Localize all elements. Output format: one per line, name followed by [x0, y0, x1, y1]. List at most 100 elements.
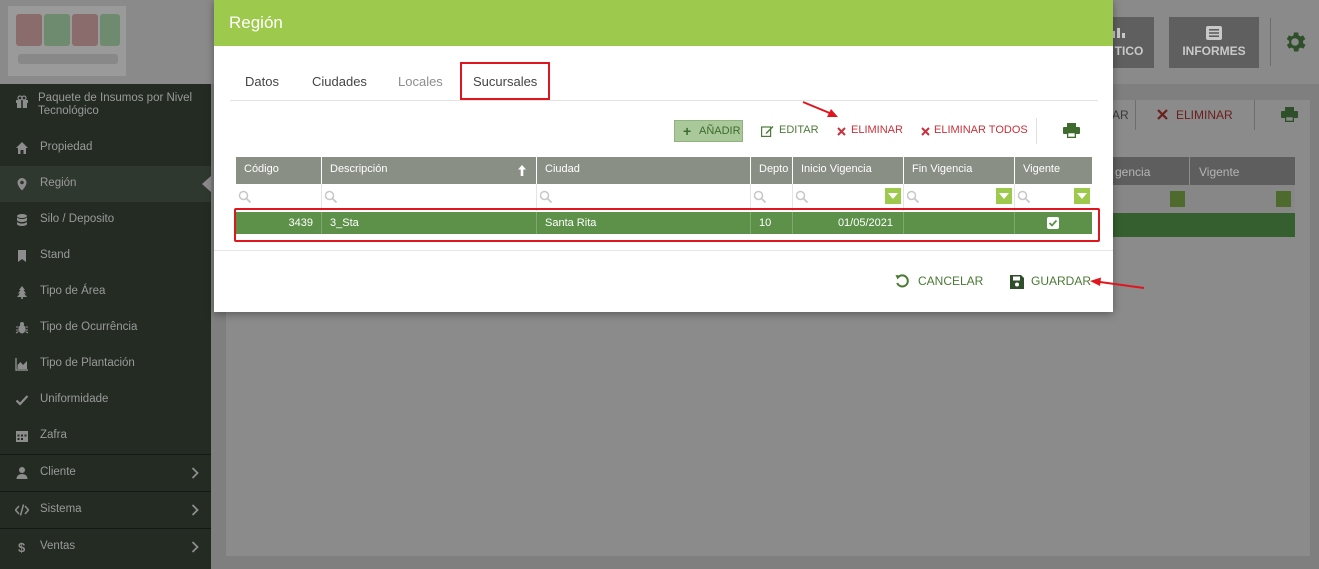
sidebar-item-label: Tipo de Plantación: [40, 357, 135, 369]
database-icon: [17, 214, 27, 226]
edit-button[interactable]: EDITAR: [779, 124, 819, 136]
search-icon: [238, 190, 252, 204]
filter-descripcion[interactable]: [322, 184, 537, 211]
column-header-label: Inicio Vigencia: [801, 163, 872, 175]
add-button-label: AÑADIR: [699, 125, 741, 137]
sidebar-group-ventas[interactable]: $ Ventas: [0, 528, 211, 565]
delete-all-button[interactable]: ELIMINAR TODOS: [934, 124, 1028, 136]
svg-text:$: $: [18, 540, 26, 554]
filter-dropdown-button[interactable]: [885, 188, 901, 204]
undo-icon: [895, 274, 909, 288]
bg-column-header: Vigente: [1190, 157, 1295, 185]
gift-icon: [16, 95, 28, 108]
add-button[interactable]: + AÑADIR: [674, 120, 743, 142]
sidebar-item-silo-deposito[interactable]: Silo / Deposito: [0, 202, 211, 238]
column-header-label: Código: [244, 163, 279, 175]
sidebar-item-tipo-ocurrencia[interactable]: Tipo de Ocurrência: [0, 310, 211, 346]
save-button[interactable]: GUARDAR: [1031, 274, 1091, 288]
company-logo: [8, 6, 126, 76]
area-chart-icon: [15, 358, 28, 371]
sidebar-item-label: Stand: [40, 249, 71, 261]
column-header-vigente[interactable]: Vigente: [1015, 157, 1092, 184]
informes-button[interactable]: INFORMES: [1169, 17, 1259, 68]
gear-icon[interactable]: [1282, 29, 1308, 55]
chevron-down-icon: [1077, 193, 1087, 199]
filter-vigente[interactable]: [1015, 184, 1092, 211]
top-divider: [1270, 18, 1271, 66]
modal-footer-divider: [214, 250, 1113, 251]
filter-inicio-vigencia[interactable]: [793, 184, 904, 211]
annotation-arrow-save: [1090, 277, 1145, 289]
search-icon: [1017, 190, 1031, 204]
sidebar-group-sistema[interactable]: Sistema: [0, 491, 211, 528]
chart-icon: [1112, 28, 1125, 38]
column-header-ciudad[interactable]: Ciudad: [537, 157, 750, 184]
close-icon: [1157, 109, 1168, 120]
toolbar-divider: [1036, 118, 1037, 144]
bg-column-label: gencia: [1115, 165, 1151, 179]
bg-edit-button[interactable]: AR: [1112, 108, 1129, 122]
edit-icon: [761, 126, 774, 137]
filter-dropdown-button[interactable]: [996, 188, 1012, 204]
sidebar-item-region[interactable]: Región: [0, 166, 211, 202]
bg-column-header: gencia: [1113, 157, 1189, 185]
cancel-button[interactable]: CANCELAR: [918, 274, 983, 288]
tab-datos[interactable]: Datos: [245, 74, 279, 89]
sidebar-item-zafra[interactable]: Zafra: [0, 418, 211, 454]
sidebar-item-stand[interactable]: Stand: [0, 238, 211, 274]
column-header-inicio-vigencia[interactable]: Inicio Vigencia: [793, 157, 903, 184]
save-icon: [1010, 275, 1024, 289]
user-icon: [16, 467, 28, 479]
home-icon: [16, 142, 28, 154]
informes-button-label: INFORMES: [1182, 44, 1246, 58]
column-header-depto[interactable]: Depto: [751, 157, 792, 184]
tab-locales[interactable]: Locales: [398, 74, 443, 89]
column-header-descripcion[interactable]: Descripción: [322, 157, 536, 184]
column-header-fin-vigencia[interactable]: Fin Vigencia: [904, 157, 1014, 184]
sidebar-item-propiedad[interactable]: Propiedad: [0, 130, 211, 166]
sidebar-item-label: Paquete de Insumos por Nivel Tecnológico: [38, 92, 193, 117]
sidebar-group-cliente[interactable]: Cliente: [0, 454, 211, 491]
close-icon: [921, 127, 930, 136]
tree-icon: [17, 286, 27, 299]
sort-ascending-icon: [518, 165, 526, 176]
highlight-box-tab: [460, 62, 550, 100]
bg-filter-dropdown[interactable]: [1170, 191, 1185, 207]
filter-fin-vigencia[interactable]: [904, 184, 1015, 211]
bg-filter-dropdown[interactable]: [1276, 191, 1291, 207]
print-icon[interactable]: [1063, 123, 1080, 138]
bg-column-label: Vigente: [1199, 165, 1240, 179]
column-header-label: Fin Vigencia: [912, 163, 973, 175]
sidebar-item-tipo-plantacion[interactable]: Tipo de Plantación: [0, 346, 211, 382]
sidebar-item-label: Sistema: [40, 503, 82, 515]
sidebar-item-label: Tipo de Ocurrência: [40, 321, 138, 333]
filter-codigo[interactable]: [236, 184, 322, 211]
filter-depto[interactable]: [751, 184, 793, 211]
chevron-right-icon: [191, 467, 199, 479]
bg-delete-button[interactable]: ELIMINAR: [1176, 108, 1233, 122]
chevron-right-icon: [191, 541, 199, 553]
column-header-codigo[interactable]: Código: [236, 157, 321, 184]
code-icon: [15, 504, 29, 516]
list-icon: [1206, 26, 1222, 40]
modal-header: Región: [214, 0, 1113, 46]
sidebar-item-paquete-insumos[interactable]: Paquete de Insumos por Nivel Tecnológico: [0, 84, 211, 120]
sidebar-item-label: Propiedad: [40, 141, 93, 153]
column-header-label: Descripción: [330, 163, 388, 175]
highlight-box-row: [234, 208, 1100, 242]
annotation-arrow-delete: [802, 101, 838, 117]
sidebar-item-uniformidade[interactable]: Uniformidade: [0, 382, 211, 418]
bookmark-icon: [18, 250, 26, 262]
sidebar-item-label: Región: [40, 177, 77, 189]
delete-button[interactable]: ELIMINAR: [851, 124, 903, 136]
sidebar-item-label: Uniformidade: [40, 393, 109, 405]
print-icon[interactable]: [1281, 107, 1298, 122]
modal-title: Región: [229, 13, 283, 32]
filter-ciudad[interactable]: [537, 184, 751, 211]
sidebar-item-tipo-area[interactable]: Tipo de Área: [0, 274, 211, 310]
tab-ciudades[interactable]: Ciudades: [312, 74, 367, 89]
sidebar-item-label: Zafra: [40, 429, 67, 441]
filter-dropdown-button[interactable]: [1074, 188, 1090, 204]
chevron-right-icon: [191, 504, 199, 516]
chevron-down-icon: [999, 193, 1009, 199]
